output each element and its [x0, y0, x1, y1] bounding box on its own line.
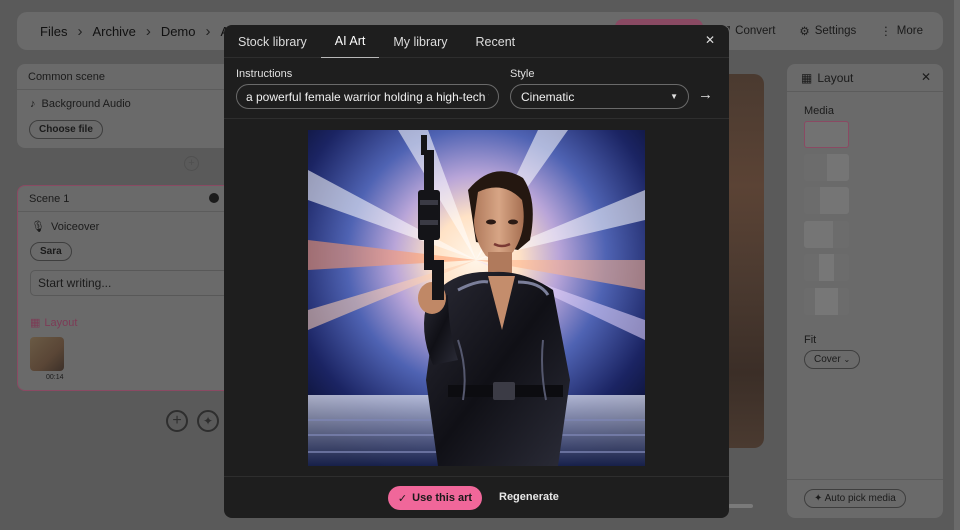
convert-label: Convert — [735, 25, 776, 37]
modal-tabs: Stock library AI Art My library Recent ✕ — [224, 25, 729, 58]
style-select[interactable]: Cinematic ▼ — [510, 84, 689, 109]
voice-select-button[interactable]: Sara — [30, 242, 72, 261]
use-this-art-button[interactable]: ✓ Use this art — [388, 486, 482, 510]
tab-ai-art[interactable]: AI Art — [320, 25, 380, 58]
voiceover-label: Voiceover — [50, 220, 100, 233]
common-scene-card: Common scene ♪ Background Audio Choose f… — [17, 64, 232, 148]
chevron-right-icon: › — [145, 22, 151, 40]
microphone-icon: 🎙 — [31, 221, 45, 233]
media-label: Media — [804, 105, 834, 117]
more-button[interactable]: ⋮ More — [880, 24, 923, 38]
scene-layout-text: Layout — [44, 316, 78, 329]
style-label: Style — [510, 68, 535, 80]
settings-button[interactable]: ⚙ Settings — [799, 24, 856, 38]
scene-layout-label[interactable]: ▦ Layout — [30, 316, 78, 330]
add-scene-icon[interactable]: + — [184, 156, 199, 171]
arrow-right-icon[interactable]: → — [698, 86, 713, 103]
fit-value: Cover — [814, 354, 841, 365]
chevron-right-icon: › — [77, 22, 83, 40]
sparkle-icon: ✦ — [814, 493, 823, 504]
settings-label: Settings — [814, 25, 857, 37]
layout-option-split-left[interactable] — [804, 187, 849, 214]
modal-footer: ✓ Use this art Regenerate — [224, 476, 729, 518]
layout-panel: ▦ Layout ✕ Media Fit Cover ⌄ ✦ Auto pick… — [787, 64, 943, 518]
regenerate-button[interactable]: Regenerate — [499, 491, 559, 503]
scene-media-thumbnail[interactable] — [30, 337, 64, 371]
layout-option-triple[interactable] — [804, 254, 849, 281]
media-picker-modal: Stock library AI Art My library Recent ✕… — [224, 25, 729, 518]
scene-1-card: Scene 1 🎙 Voiceover Sara Start writing..… — [17, 185, 232, 391]
scene-record-icon[interactable] — [209, 193, 219, 203]
page-scrollbar[interactable] — [954, 0, 960, 530]
fit-select[interactable]: Cover ⌄ — [804, 350, 861, 369]
timeline-scrollbar[interactable] — [728, 504, 753, 508]
voiceover-row: 🎙 Voiceover — [31, 220, 100, 234]
auto-pick-media-button[interactable]: ✦ Auto pick media — [804, 489, 906, 508]
instructions-input[interactable] — [236, 84, 499, 109]
layout-panel-header: ▦ Layout — [787, 64, 943, 92]
tab-recent[interactable]: Recent — [462, 25, 530, 58]
panel-divider — [787, 479, 943, 480]
chevron-right-icon: › — [205, 22, 211, 40]
layout-option-split[interactable] — [804, 154, 849, 181]
generated-art-image[interactable] — [308, 130, 645, 466]
common-scene-title: Common scene — [17, 64, 232, 90]
tab-my-library[interactable]: My library — [379, 25, 461, 58]
convert-button[interactable]: ⤢ Convert — [721, 25, 775, 38]
tab-stock-library[interactable]: Stock library — [224, 25, 321, 58]
breadcrumb-archive[interactable]: Archive — [92, 24, 135, 39]
scene-1-title: Scene 1 — [18, 186, 231, 212]
close-icon[interactable]: ✕ — [705, 33, 715, 47]
thumbnail-duration: 00:14 — [46, 374, 64, 381]
instructions-label: Instructions — [236, 68, 293, 80]
layout-grid-icon: ▦ — [801, 70, 813, 85]
auto-pick-label: Auto pick media — [824, 493, 896, 504]
check-icon: ✓ — [397, 492, 408, 505]
background-audio-row: ♪ Background Audio — [30, 98, 131, 110]
style-value: Cinematic — [521, 89, 575, 104]
more-vertical-icon: ⋮ — [880, 26, 892, 38]
use-this-art-label: Use this art — [412, 492, 473, 504]
music-note-icon: ♪ — [30, 98, 36, 110]
breadcrumb-files[interactable]: Files — [40, 24, 67, 39]
modal-divider — [224, 118, 729, 119]
warrior-illustration — [308, 130, 645, 466]
close-icon[interactable]: ✕ — [921, 70, 931, 84]
layout-option-single[interactable] — [804, 121, 849, 148]
fit-label: Fit — [804, 334, 817, 346]
choose-file-button[interactable]: Choose file — [29, 120, 103, 139]
preview-canvas — [728, 74, 764, 448]
caret-down-icon: ▼ — [670, 92, 678, 101]
chevron-down-icon: ⌄ — [843, 355, 851, 364]
add-circle-icon[interactable]: + — [166, 410, 188, 432]
gear-icon: ⚙ — [799, 26, 810, 38]
breadcrumb: Files › Archive › Demo › AI Ar — [40, 12, 249, 50]
layout-panel-title: Layout — [817, 70, 854, 85]
script-input[interactable]: Start writing... — [30, 270, 230, 296]
breadcrumb-demo[interactable]: Demo — [161, 24, 196, 39]
layout-grid-icon: ▦ — [30, 317, 41, 329]
background-audio-label: Background Audio — [41, 98, 131, 110]
layout-option-center[interactable] — [804, 288, 849, 315]
magic-add-icon[interactable]: ✦ — [197, 410, 219, 432]
more-label: More — [896, 25, 923, 37]
layout-option-split-right[interactable] — [804, 221, 849, 248]
